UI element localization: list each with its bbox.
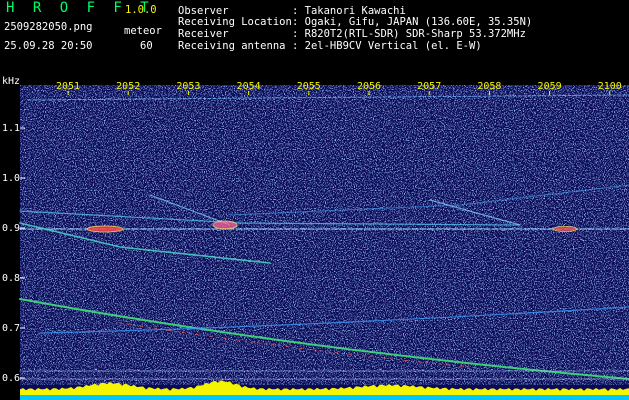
location-value: : Ogaki, Gifu, JAPAN (136.60E, 35.35N) — [292, 16, 533, 28]
freq-unit-label: kHz — [2, 76, 20, 87]
hrofft-window: H R O F F T 1.0.0 2509282050.png 25.09.2… — [0, 0, 629, 400]
file-name: 2509282050.png — [4, 21, 93, 33]
app-version: 1.0.0 — [125, 4, 157, 16]
observation-datetime: 25.09.28 20:50 — [4, 40, 93, 52]
meteor-count: 60 — [140, 40, 153, 52]
antenna-label: Receiving antenna — [178, 40, 286, 52]
meteor-echo-1 — [86, 225, 124, 233]
time-tick-label: 2056 — [357, 81, 381, 92]
spectrogram-noise — [20, 85, 629, 385]
receiver-label: Receiver — [178, 28, 229, 40]
freq-tick-label: 0.8 — [2, 273, 20, 284]
receiver-value: : R820T2(RTL-SDR) SDR-Sharp 53.372MHz — [292, 28, 526, 40]
time-tick-label: 2052 — [116, 81, 140, 92]
time-tick-label: 2054 — [237, 81, 261, 92]
location-label: Receiving Location — [178, 16, 292, 28]
time-tick-label: 2058 — [477, 81, 501, 92]
time-tick-label: 2059 — [538, 81, 562, 92]
freq-tick-label: 1.1 — [2, 123, 20, 134]
time-tick-label: 2100 — [598, 81, 622, 92]
meteor-label: meteor — [124, 25, 162, 37]
time-tick-label: 2051 — [56, 81, 80, 92]
time-tick-label: 2057 — [417, 81, 441, 92]
freq-tick-label: 1.0 — [2, 173, 20, 184]
freq-tick-label: 0.7 — [2, 323, 20, 334]
time-tick-label: 2055 — [297, 81, 321, 92]
meteor-echo-3 — [552, 226, 578, 232]
time-tick-label: 2053 — [176, 81, 200, 92]
freq-tick-label: 0.9 — [2, 223, 20, 234]
spectrogram: kHz 2051 2052 2053 2054 2055 2056 2057 2058 2059… — [2, 76, 629, 400]
meteor-echo-2 — [212, 220, 238, 230]
antenna-value: : 2el-HB9CV Vertical (el. E-W) — [292, 40, 482, 52]
freq-tick-label: 0.6 — [2, 373, 20, 384]
